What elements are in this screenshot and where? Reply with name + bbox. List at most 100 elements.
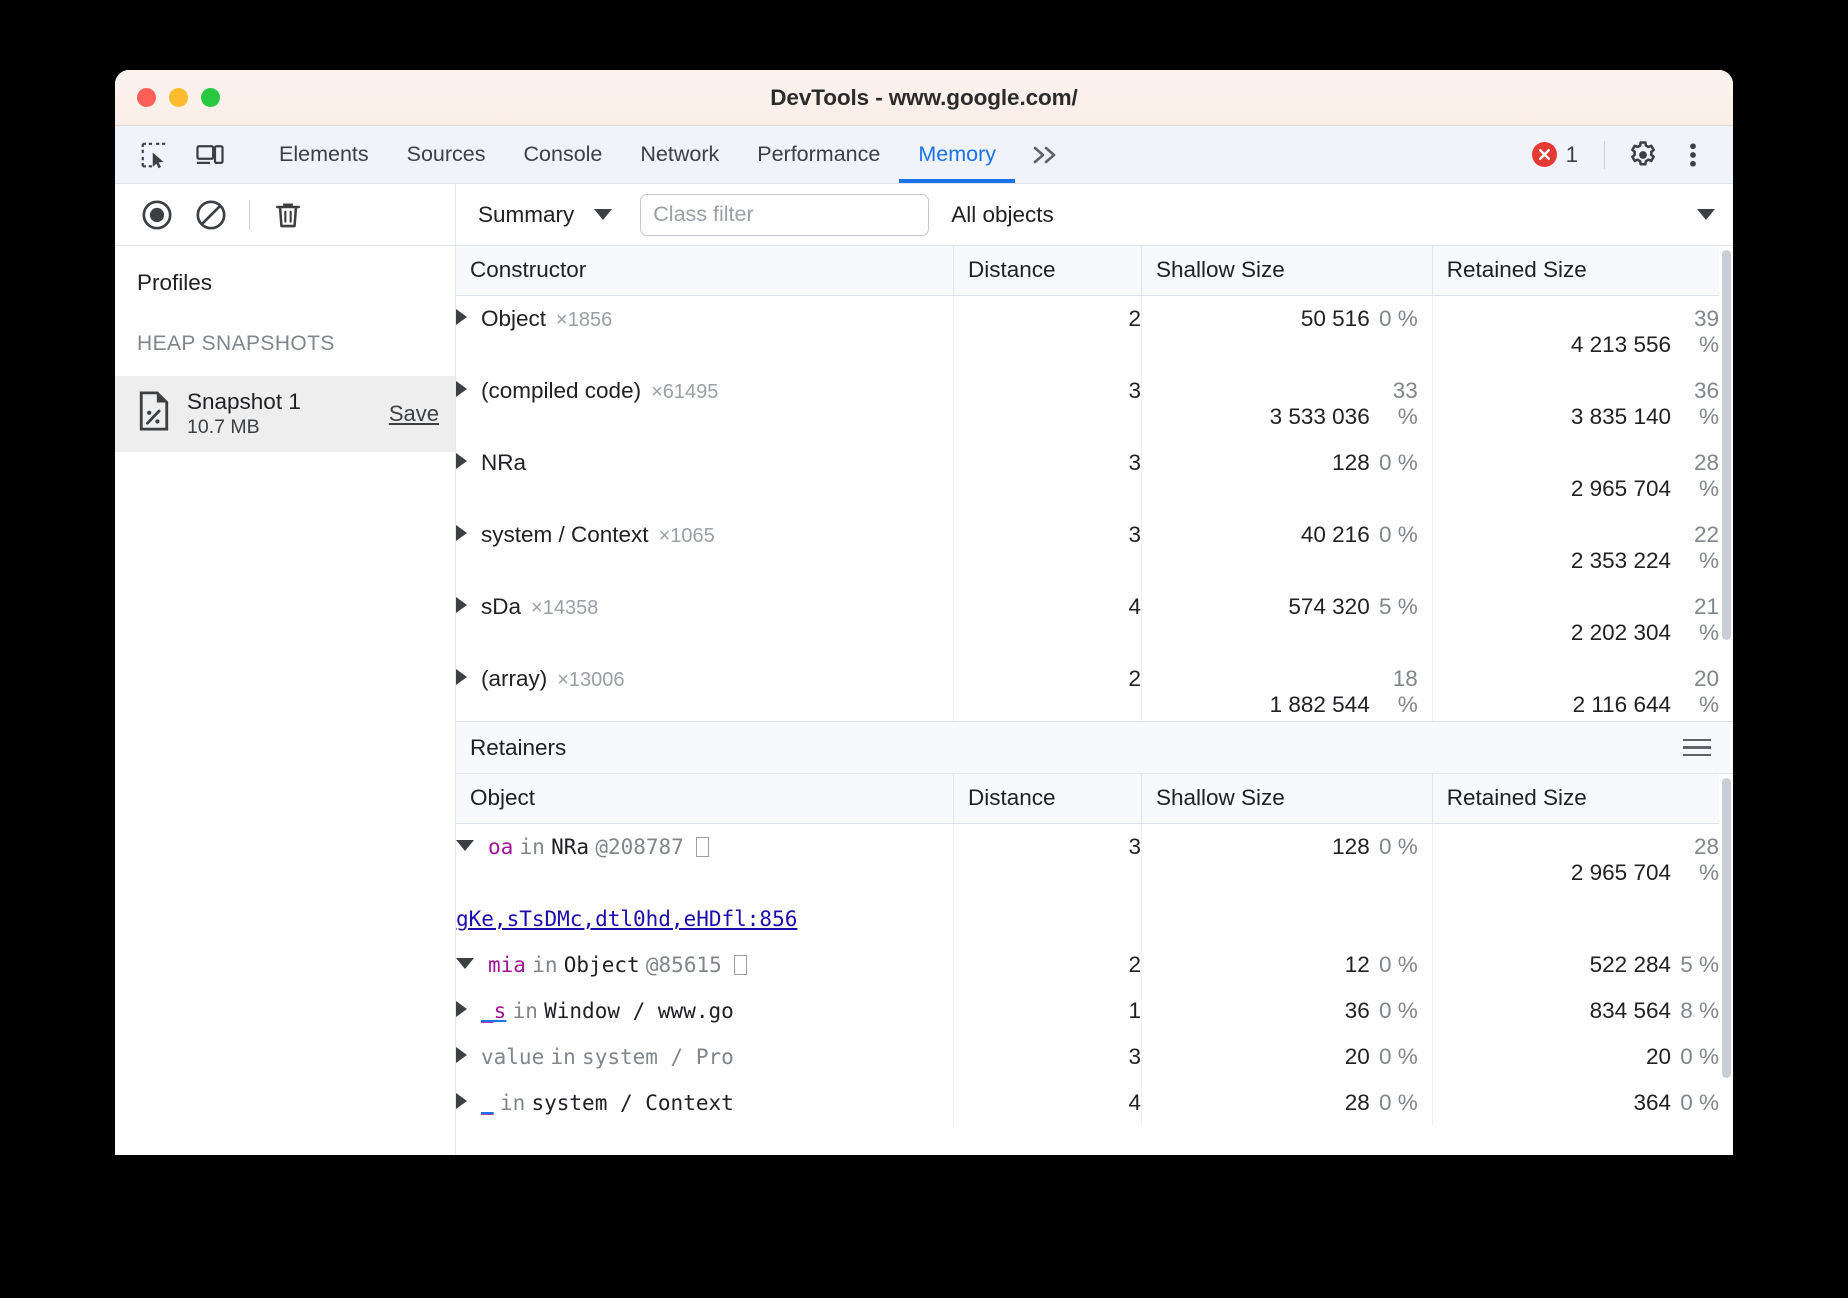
table-row[interactable]: system / Context×1065 3 40 2160 % 2 353 …	[456, 512, 1733, 584]
constructors-scrollbar-thumb[interactable]	[1722, 250, 1731, 640]
retainers-table: Object Distance Shallow Size Retained Si…	[456, 774, 1733, 1126]
record-icon[interactable]	[133, 191, 181, 239]
tab-console[interactable]: Console	[505, 126, 622, 183]
collapse-twisty-icon[interactable]	[456, 840, 474, 851]
retainer-property: mia	[488, 953, 526, 977]
constructor-name: (array)	[481, 666, 547, 691]
constructor-count: ×14358	[531, 597, 598, 619]
column-header-distance[interactable]: Distance	[954, 246, 1142, 296]
memory-toolbar-right: Summary All objects	[456, 184, 1733, 245]
retainer-in-keyword: in	[532, 953, 557, 977]
distance-value: 4	[954, 1080, 1142, 1126]
expand-twisty-icon[interactable]	[456, 309, 467, 325]
tree-row[interactable]: value in system / Pro 3 200 % 200 %	[456, 1034, 1733, 1080]
tree-row[interactable]: _ in system / Context 4 280 % 3640 %	[456, 1080, 1733, 1126]
table-row[interactable]: (array)×13006 2 1 882 54418 % 2 116 6442…	[456, 656, 1733, 722]
tree-row[interactable]: mia in Object @85615 2 120 % 522 2845 %	[456, 942, 1733, 988]
distance-value: 2	[954, 656, 1142, 722]
tree-row[interactable]: oa in NRa @208787 3 1280 % 2 965 70428 %	[456, 824, 1733, 897]
retainer-object: system / Context	[531, 1091, 733, 1115]
device-toolbar-icon[interactable]	[187, 132, 233, 178]
no-entry-icon[interactable]	[187, 191, 235, 239]
constructor-count: ×13006	[557, 669, 624, 691]
retained-size-value: 20	[1646, 1044, 1671, 1070]
constructor-name: system / Context	[481, 522, 649, 547]
sidebar-title: Profiles	[115, 246, 455, 296]
tree-row[interactable]: _s in Window / www.go 1 360 % 834 5648 %	[456, 988, 1733, 1034]
tab-memory-label: Memory	[918, 142, 996, 167]
expand-twisty-icon[interactable]	[456, 453, 467, 469]
inspect-element-icon[interactable]	[131, 132, 177, 178]
expand-twisty-icon[interactable]	[456, 381, 467, 397]
expand-twisty-icon[interactable]	[456, 1047, 467, 1063]
column-header-distance[interactable]: Distance	[954, 774, 1142, 824]
expand-twisty-icon[interactable]	[456, 597, 467, 613]
retainer-in-keyword: in	[500, 1091, 525, 1115]
view-mode-select[interactable]: Summary	[472, 202, 618, 228]
snapshot-info: Snapshot 1 10.7 MB	[187, 388, 301, 440]
save-snapshot-link[interactable]: Save	[389, 401, 439, 427]
tab-performance[interactable]: Performance	[738, 126, 899, 183]
more-tabs-icon[interactable]	[1015, 126, 1077, 183]
devtools-panel-tabs: Elements Sources Console Network Perform…	[260, 126, 1077, 183]
retainer-property: _	[481, 1091, 494, 1115]
retainers-scrollbar-thumb[interactable]	[1722, 778, 1731, 1078]
expand-twisty-icon[interactable]	[456, 525, 467, 541]
retainer-property: oa	[488, 835, 513, 859]
retained-size-value: 3 835 140	[1571, 404, 1671, 430]
three-dot-menu-icon[interactable]	[1671, 133, 1715, 177]
column-header-constructor[interactable]: Constructor	[456, 246, 954, 296]
column-header-shallow-size[interactable]: Shallow Size	[1141, 246, 1432, 296]
retainers-pane: Retainers Object Distance	[456, 722, 1733, 1155]
shallow-size-pct: 33 %	[1370, 378, 1432, 430]
profiles-sidebar: Profiles HEAP SNAPSHOTS Snapshot 1	[115, 246, 456, 1155]
retainer-in-keyword: in	[513, 999, 538, 1023]
table-row[interactable]: (compiled code)×61495 3 3 533 03633 % 3 …	[456, 368, 1733, 440]
trash-icon[interactable]	[264, 191, 312, 239]
tab-network[interactable]: Network	[621, 126, 738, 183]
gear-icon[interactable]	[1621, 133, 1665, 177]
shallow-size-pct: 0 %	[1370, 952, 1432, 978]
devtools-tabbar: Elements Sources Console Network Perform…	[115, 126, 1733, 184]
expand-twisty-icon[interactable]	[456, 669, 467, 685]
class-filter-input[interactable]	[640, 194, 929, 236]
retainers-title: Retainers	[470, 735, 566, 761]
tab-elements[interactable]: Elements	[260, 126, 388, 183]
table-row[interactable]: sDa×14358 4 574 3205 % 2 202 30421 %	[456, 584, 1733, 656]
sidebar-item-snapshot-1[interactable]: Snapshot 1 10.7 MB Save	[115, 376, 455, 452]
shallow-size-pct: 0 %	[1370, 522, 1432, 548]
distance-value: 1	[954, 988, 1142, 1034]
retained-size-value: 364	[1633, 1090, 1671, 1116]
table-row[interactable]: Object×1856 2 50 5160 % 4 213 55639 %	[456, 296, 1733, 369]
snapshot-file-icon	[137, 391, 171, 436]
objects-filter-label: All objects	[951, 202, 1054, 228]
menu-icon[interactable]	[1683, 739, 1711, 757]
memory-toolbar-left	[115, 184, 456, 245]
table-row[interactable]: NRa 3 1280 % 2 965 70428 %	[456, 440, 1733, 512]
tab-memory[interactable]: Memory	[899, 126, 1015, 183]
expand-twisty-icon[interactable]	[456, 1001, 467, 1017]
retainers-header: Retainers	[456, 722, 1733, 774]
tab-console-label: Console	[524, 142, 603, 167]
distance-value: 3	[954, 824, 1142, 897]
memory-toolbar-divider	[249, 200, 250, 230]
collapse-twisty-icon[interactable]	[456, 958, 474, 969]
retainers-scrollbar-track[interactable]	[1719, 774, 1733, 1155]
expand-twisty-icon[interactable]	[456, 1093, 467, 1109]
chevron-down-icon	[1697, 209, 1715, 220]
shallow-size-pct: 0 %	[1370, 1090, 1432, 1116]
column-header-retained-size[interactable]: Retained Size	[1432, 246, 1733, 296]
constructors-scrollbar-track[interactable]	[1719, 246, 1733, 722]
column-header-object[interactable]: Object	[456, 774, 954, 824]
retainer-property: value	[481, 1045, 544, 1069]
objects-filter-select[interactable]: All objects	[951, 202, 1733, 228]
distance-value: 3	[954, 440, 1142, 512]
column-header-shallow-size[interactable]: Shallow Size	[1141, 774, 1432, 824]
tab-sources[interactable]: Sources	[388, 126, 505, 183]
column-header-retained-size[interactable]: Retained Size	[1432, 774, 1733, 824]
distance-value: 4	[954, 584, 1142, 656]
shallow-size-pct: 0 %	[1370, 834, 1432, 860]
tabbar-right-controls: 1	[1522, 126, 1733, 183]
error-count-badge[interactable]: 1	[1522, 142, 1588, 168]
retainer-source-link[interactable]: gKe,sTsDMc,dtl0hd,eHDfl:856	[456, 907, 797, 931]
